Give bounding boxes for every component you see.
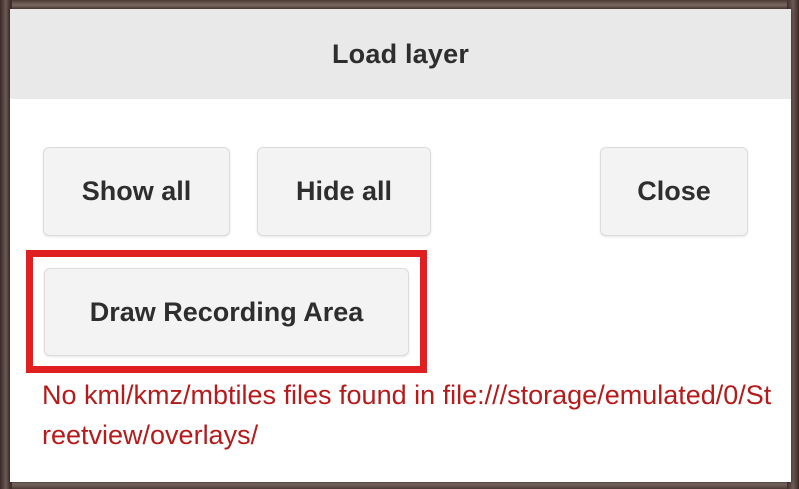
draw-recording-area-button[interactable]: Draw Recording Area <box>44 268 409 356</box>
dialog-header: Load layer <box>10 9 791 99</box>
close-button[interactable]: Close <box>600 147 748 236</box>
dialog-title: Load layer <box>331 38 470 69</box>
hide-all-button[interactable]: Hide all <box>257 147 431 236</box>
show-all-button[interactable]: Show all <box>43 147 230 236</box>
no-files-error-message: No kml/kmz/mbtiles files found in file:/… <box>42 380 772 450</box>
load-layer-dialog: Load layer Show all Hide all Close Draw … <box>10 9 791 482</box>
